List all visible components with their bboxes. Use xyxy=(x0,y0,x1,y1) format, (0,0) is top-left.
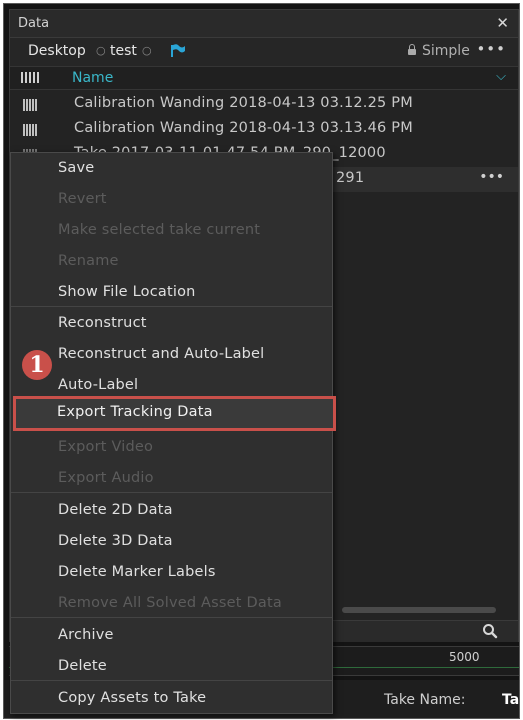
take-name-label: Take Name: xyxy=(384,692,466,708)
menu-item-label: Remove All Solved Asset Data xyxy=(58,595,282,611)
menu-item-rename: Rename xyxy=(11,246,332,276)
chevron-down-icon[interactable]: ⌵ xyxy=(496,69,506,84)
menu-item-reconstruct-auto-label[interactable]: Reconstruct and Auto-Label xyxy=(11,339,332,369)
flag-icon[interactable] xyxy=(170,44,186,58)
menu-item-delete-marker-labels[interactable]: Delete Marker Labels xyxy=(11,557,332,587)
take-name: 291 xyxy=(336,170,365,186)
timeline-tick-label: 5000 xyxy=(449,650,480,664)
table-row[interactable]: Calibration Wanding 2018-04-13 03.13.46 … xyxy=(10,117,518,142)
panel-title-bar: Data ✕ xyxy=(10,10,518,38)
menu-item-save[interactable]: Save xyxy=(11,153,332,183)
menu-item-export-video: Export Video xyxy=(11,432,332,462)
step-number-badge: 1 xyxy=(22,350,52,380)
table-row[interactable]: Calibration Wanding 2018-04-13 03.12.25 … xyxy=(10,92,518,117)
table-header: Name ⌵ xyxy=(10,66,518,90)
menu-item-delete-3d-data[interactable]: Delete 3D Data xyxy=(11,526,332,556)
menu-item-show-file-location[interactable]: Show File Location xyxy=(11,277,332,307)
menu-item-delete[interactable]: Delete xyxy=(11,651,332,681)
menu-item-delete-2d-data[interactable]: Delete 2D Data xyxy=(11,495,332,525)
take-name: Calibration Wanding 2018-04-13 03.12.25 … xyxy=(74,95,413,111)
menu-separator xyxy=(11,306,332,307)
name-column-header[interactable]: Name xyxy=(72,70,113,86)
menu-item-label: Show File Location xyxy=(58,284,196,300)
menu-item-archive[interactable]: Archive xyxy=(11,620,332,650)
close-icon[interactable]: ✕ xyxy=(496,14,509,32)
breadcrumb-test[interactable]: test xyxy=(110,43,137,59)
take-name-value[interactable]: Ta xyxy=(502,692,519,708)
breadcrumb-separator: ○ xyxy=(142,44,152,57)
menu-item-reconstruct[interactable]: Reconstruct xyxy=(11,308,332,338)
menu-item-label: Revert xyxy=(58,191,107,207)
breadcrumb-desktop[interactable]: Desktop xyxy=(28,43,86,59)
menu-item-label: Delete 2D Data xyxy=(58,502,173,518)
view-mode-label[interactable]: Simple xyxy=(422,43,470,59)
menu-item-revert: Revert xyxy=(11,184,332,214)
breadcrumb: Desktop ○ test ○ Simple ••• xyxy=(10,38,518,66)
horizontal-scrollbar[interactable] xyxy=(342,607,496,613)
search-icon[interactable] xyxy=(482,623,498,639)
take-status-icon xyxy=(23,99,37,111)
menu-item-label: Reconstruct xyxy=(58,315,147,331)
breadcrumb-separator: ○ xyxy=(96,44,106,57)
menu-item-label: Delete 3D Data xyxy=(58,533,173,549)
menu-item-label: Delete xyxy=(58,658,107,674)
row-more-icon[interactable]: ••• xyxy=(479,169,504,185)
menu-item-label: Delete Marker Labels xyxy=(58,564,216,580)
menu-item-remove-solved-asset-data: Remove All Solved Asset Data xyxy=(11,588,332,618)
menu-item-label: Copy Assets to Take xyxy=(58,690,207,706)
menu-item-label: Export Audio xyxy=(58,470,154,486)
menu-separator xyxy=(11,680,332,681)
menu-item-label: Save xyxy=(58,160,95,176)
take-name: Calibration Wanding 2018-04-13 03.13.46 … xyxy=(74,120,413,136)
take-status-icon xyxy=(23,124,37,136)
menu-separator xyxy=(11,492,332,493)
menu-item-export-audio: Export Audio xyxy=(11,463,332,493)
menu-separator xyxy=(11,617,332,618)
menu-item-label: Archive xyxy=(58,627,114,643)
highlight-annotation-box xyxy=(13,396,336,431)
menu-item-label: Rename xyxy=(58,253,119,269)
menu-item-label: Make selected take current xyxy=(58,222,261,238)
menu-item-label: Reconstruct and Auto-Label xyxy=(58,346,265,362)
menu-item-copy-assets-to-take[interactable]: Copy Assets to Take xyxy=(11,683,332,713)
context-menu: Save Revert Make selected take current R… xyxy=(10,152,333,714)
more-icon[interactable]: ••• xyxy=(476,40,506,58)
menu-item-make-current: Make selected take current xyxy=(11,215,332,245)
panel-title: Data xyxy=(18,16,50,31)
lock-icon xyxy=(408,44,416,55)
menu-item-label: Export Video xyxy=(58,439,154,455)
columns-icon[interactable] xyxy=(21,72,41,83)
menu-item-label: Auto-Label xyxy=(58,377,139,393)
